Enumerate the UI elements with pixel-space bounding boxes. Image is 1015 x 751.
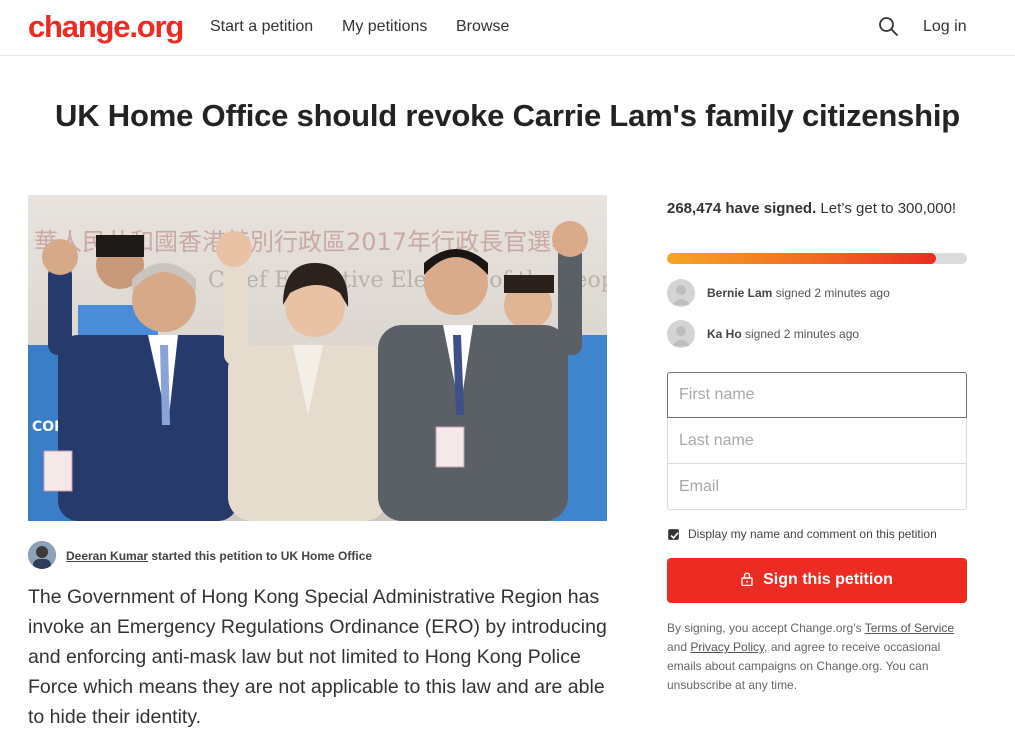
nav-browse[interactable]: Browse [456,18,509,36]
signer-name: Ka Ho [707,327,742,341]
signature-progress-bar [667,253,967,264]
legal-text-2: and [667,640,691,654]
first-name-field[interactable] [667,372,967,418]
display-name-checkbox-label[interactable]: Display my name and comment on this peti… [688,527,937,541]
petition-title: UK Home Office should revoke Carrie Lam'… [55,98,960,133]
sign-petition-button[interactable]: Sign this petition [667,558,967,603]
last-name-field[interactable] [667,418,967,464]
petition-description: The Government of Hong Kong Special Admi… [28,586,607,728]
top-navigation-bar: change.org Start a petition My petitions… [0,0,1015,56]
author-name-link[interactable]: Deeran Kumar [66,549,148,563]
signature-progress-fill [667,253,936,264]
author-avatar[interactable] [28,541,56,569]
signer-avatar-icon [667,320,695,348]
legal-disclaimer: By signing, you accept Change.org’s Term… [667,619,967,695]
legal-text-1: By signing, you accept Change.org’s [667,621,865,635]
author-action-text: started this petition to UK Home Office [148,549,373,563]
email-field[interactable] [667,464,967,510]
terms-of-service-link[interactable]: Terms of Service [865,621,954,635]
sign-petition-label: Sign this petition [763,570,893,588]
nav-start-petition[interactable]: Start a petition [210,18,313,36]
signer-avatar-icon [667,279,695,307]
signer-name: Bernie Lam [707,286,773,300]
signer-time: signed 2 minutes ago [741,327,860,341]
search-icon[interactable] [878,16,900,38]
display-name-checkbox[interactable] [668,529,679,540]
signer-text: Ka Ho signed 2 minutes ago [707,327,859,341]
signer-text: Bernie Lam signed 2 minutes ago [707,286,890,300]
signature-goal-text: Let’s get to 300,000! [816,200,957,217]
signer-time: signed 2 minutes ago [772,286,890,300]
signature-count-number: 268,474 have signed. [667,200,817,217]
petition-photo: 華人民共和國香港特別行政區2017年行政長官選舉 Chief Executive… [28,195,607,521]
change-org-logo[interactable]: change.org [28,9,184,45]
login-link[interactable]: Log in [923,18,967,36]
lock-icon [741,571,753,591]
author-line: Deeran Kumar started this petition to UK… [66,549,372,563]
nav-my-petitions[interactable]: My petitions [342,18,427,36]
signature-count: 268,474 have signed. Let’s get to 300,00… [667,197,967,220]
recent-signer: Ka Ho signed 2 minutes ago [667,320,967,348]
recent-signer: Bernie Lam signed 2 minutes ago [667,279,967,307]
privacy-policy-link[interactable]: Privacy Policy [690,640,764,654]
